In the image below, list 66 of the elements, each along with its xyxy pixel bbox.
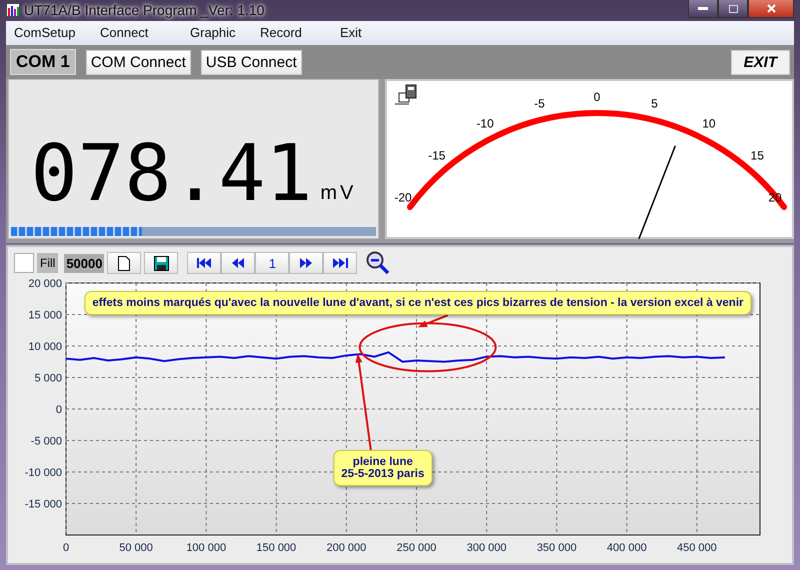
computer-meter-icon <box>394 84 416 104</box>
y-tick-label: -15 000 <box>24 498 62 510</box>
exit-button[interactable]: EXIT <box>730 50 790 75</box>
minimize-button[interactable] <box>688 0 718 18</box>
menu-item[interactable]: Connect <box>92 25 182 40</box>
last-page-button[interactable] <box>323 252 358 274</box>
x-tick-label: 150 000 <box>256 542 296 554</box>
connect-button[interactable]: USB Connect <box>200 50 302 75</box>
menu-item[interactable]: Record <box>252 25 332 40</box>
y-tick-label: 15 000 <box>28 310 62 322</box>
x-tick-label: 0 <box>62 542 70 554</box>
zoom-out-icon[interactable] <box>366 251 390 275</box>
window-title: UT71A/B Interface Program _Ver: 1.10 <box>24 2 264 18</box>
annotation-callout: pleine lune 25-5-2013 paris <box>333 450 432 486</box>
y-tick-label: 0 <box>56 404 62 416</box>
y-tick-label: 5 000 <box>34 372 62 384</box>
maximize-button[interactable] <box>718 0 748 18</box>
y-tick-label: 10 000 <box>28 341 62 353</box>
x-tick-label: 100 000 <box>186 542 226 554</box>
x-tick-label: 450 000 <box>677 542 717 554</box>
x-tick-label: 200 000 <box>326 542 366 554</box>
gauge-scale-label: -10 <box>476 116 494 131</box>
maximize-icon <box>728 4 738 12</box>
next-page-button[interactable] <box>289 252 324 274</box>
y-tick-label: -10 000 <box>24 467 62 479</box>
skip-forward-icon <box>332 258 348 268</box>
menu-item[interactable]: Exit <box>332 25 400 40</box>
minimize-icon <box>698 6 708 10</box>
page-number[interactable]: 1 <box>255 252 290 274</box>
gauge-scale-label: -20 <box>394 190 412 205</box>
save-button[interactable] <box>144 252 178 274</box>
close-button[interactable] <box>748 0 794 18</box>
fill-label: Fill <box>37 253 58 273</box>
menu-item[interactable]: Graphic <box>182 25 252 40</box>
document-icon <box>118 256 130 270</box>
x-tick-label: 350 000 <box>536 542 577 554</box>
x-tick-label: 400 000 <box>606 542 647 554</box>
x-tick-label: 50 000 <box>119 542 153 554</box>
skip-back-icon <box>196 258 212 268</box>
gauge-scale-label: -5 <box>534 96 545 111</box>
first-page-button[interactable] <box>187 252 222 274</box>
x-tick-label: 300 000 <box>466 542 506 554</box>
gauge-scale-label: 10 <box>702 116 716 131</box>
fill-checkbox[interactable] <box>14 253 34 273</box>
gauge-scale-label: 0 <box>594 90 600 104</box>
callout-arrow <box>418 314 448 328</box>
fast-forward-icon <box>300 258 313 268</box>
unit-label: mV <box>320 182 356 205</box>
com-port-label: COM 1 <box>10 49 76 76</box>
menu-item[interactable]: ComSetup <box>6 25 92 40</box>
annotation-callout: effets moins marqués qu'avec la nouvelle lune d'avant, si ce n'est ces pics bizarres de tension - la version excel à venir <box>84 291 752 316</box>
points-field[interactable]: 50000 <box>64 254 104 272</box>
y-tick-label: 20 000 <box>28 278 62 290</box>
save-icon <box>154 256 169 270</box>
rewind-icon <box>232 258 245 268</box>
meter-reading: 078.41 <box>30 135 312 213</box>
y-tick-label: -5 000 <box>30 436 62 448</box>
gauge-scale-label: 15 <box>750 148 764 162</box>
x-tick-label: 250 000 <box>396 542 436 554</box>
new-document-button[interactable] <box>107 252 142 274</box>
app-icon <box>6 3 20 18</box>
connect-button[interactable]: COM Connect <box>86 50 191 75</box>
gauge-scale-label: 5 <box>651 96 658 111</box>
gauge-scale-label: -15 <box>428 148 446 162</box>
previous-page-button[interactable] <box>221 252 256 274</box>
close-icon <box>766 4 776 13</box>
